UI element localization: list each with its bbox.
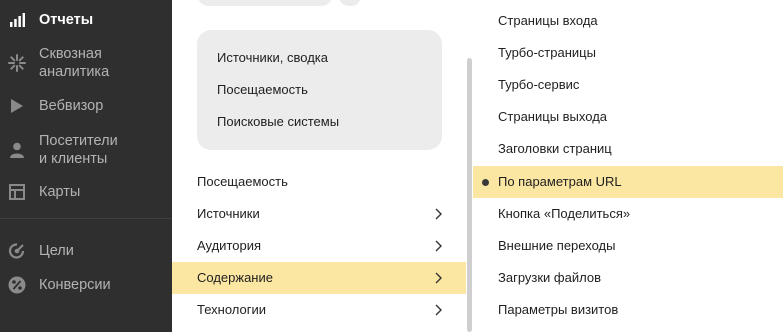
sidebar-item-reports[interactable]: Отчеты (0, 10, 172, 30)
menu-item-label: Источники (197, 206, 260, 221)
menu-item-sources[interactable]: Источники (172, 198, 466, 230)
submenu-item[interactable]: Параметры визитов (473, 294, 783, 326)
submenu-item-label: Турбо-сервис (498, 77, 580, 92)
menu-item-technologies[interactable]: Технологии (172, 294, 466, 326)
user-icon (8, 141, 26, 159)
content-submenu: Страницы входа Турбо-страницы Турбо-серв… (473, 0, 783, 332)
submenu-item[interactable]: Турбо-страницы (473, 37, 783, 69)
submenu-item-label: Внешние переходы (498, 238, 616, 253)
selected-bullet-icon (482, 179, 489, 186)
submenu-item-label: По параметрам URL (498, 174, 622, 189)
reports-menu: Источники, сводка Посещаемость Поисковые… (172, 0, 467, 332)
favorites-card: Источники, сводка Посещаемость Поисковые… (197, 30, 442, 150)
submenu-item-url-params[interactable]: По параметрам URL (473, 166, 783, 198)
sidebar-item-webvisor[interactable]: Вебвизор (0, 96, 172, 116)
sidebar-item-visitors[interactable]: Посетители и клиенты (0, 131, 172, 169)
favorite-report-link[interactable]: Источники, сводка (217, 50, 328, 66)
submenu-item[interactable]: Заголовки страниц (473, 133, 783, 165)
play-icon (8, 97, 26, 115)
submenu-item[interactable]: Страницы входа (473, 5, 783, 37)
submenu-item-label: Турбо-страницы (498, 45, 596, 60)
submenu-item-label: Загрузки файлов (498, 270, 601, 285)
target-icon (8, 242, 26, 260)
sidebar-item-label: Посетители и клиенты (39, 133, 118, 167)
submenu-item[interactable]: Турбо-сервис (473, 69, 783, 101)
sidebar-item-label: Отчеты (39, 12, 94, 28)
main-sidebar: Отчеты Сквозная аналитика Вебвизор Посет… (0, 0, 172, 332)
submenu-item[interactable]: Кнопка «Поделиться» (473, 198, 783, 230)
scrollbar[interactable] (467, 58, 472, 332)
favorite-report-link[interactable]: Посещаемость (217, 82, 308, 98)
sidebar-item-label: Сквозная аналитика (39, 46, 110, 80)
sidebar-item-label: Вебвизор (39, 98, 104, 114)
sidebar-item-label: Цели (39, 243, 74, 259)
menu-item-content[interactable]: Содержание (172, 262, 466, 294)
sidebar-item-maps[interactable]: Карты (0, 182, 172, 202)
submenu-item-label: Страницы входа (498, 13, 598, 28)
menu-item-audience[interactable]: Аудитория (172, 230, 466, 262)
submenu-item[interactable]: Внешние переходы (473, 230, 783, 262)
submenu-item-label: Страницы выхода (498, 109, 608, 124)
chevron-right-icon (435, 272, 442, 284)
menu-item-label: Содержание (197, 270, 273, 285)
menu-item-label: Аудитория (197, 238, 262, 253)
sidebar-item-cross-analytics[interactable]: Сквозная аналитика (0, 44, 172, 82)
submenu-item-label: Параметры визитов (498, 302, 619, 317)
favorite-report-link[interactable]: Поисковые системы (217, 114, 339, 130)
cross-analytics-icon (8, 54, 26, 72)
search-button-edge[interactable] (339, 0, 361, 6)
sidebar-divider (0, 218, 172, 219)
submenu-item-label: Кнопка «Поделиться» (498, 206, 631, 221)
sidebar-item-label: Конверсии (39, 277, 111, 293)
bar-chart-icon (8, 11, 26, 29)
chevron-right-icon (435, 240, 442, 252)
menu-item-attendance[interactable]: Посещаемость (172, 166, 466, 198)
submenu-item-label: Заголовки страниц (498, 141, 612, 156)
submenu-item[interactable]: Страницы выхода (473, 101, 783, 133)
menu-item-label: Посещаемость (197, 174, 288, 189)
map-icon (8, 183, 26, 201)
search-field-edge[interactable] (197, 0, 333, 6)
chevron-right-icon (435, 304, 442, 316)
submenu-item[interactable]: Загрузки файлов (473, 262, 783, 294)
sidebar-item-goals[interactable]: Цели (0, 241, 172, 261)
sidebar-item-conversions[interactable]: Конверсии (0, 275, 172, 295)
percent-icon (8, 276, 26, 294)
chevron-right-icon (435, 208, 442, 220)
sidebar-item-label: Карты (39, 184, 81, 200)
menu-item-label: Технологии (197, 302, 267, 317)
